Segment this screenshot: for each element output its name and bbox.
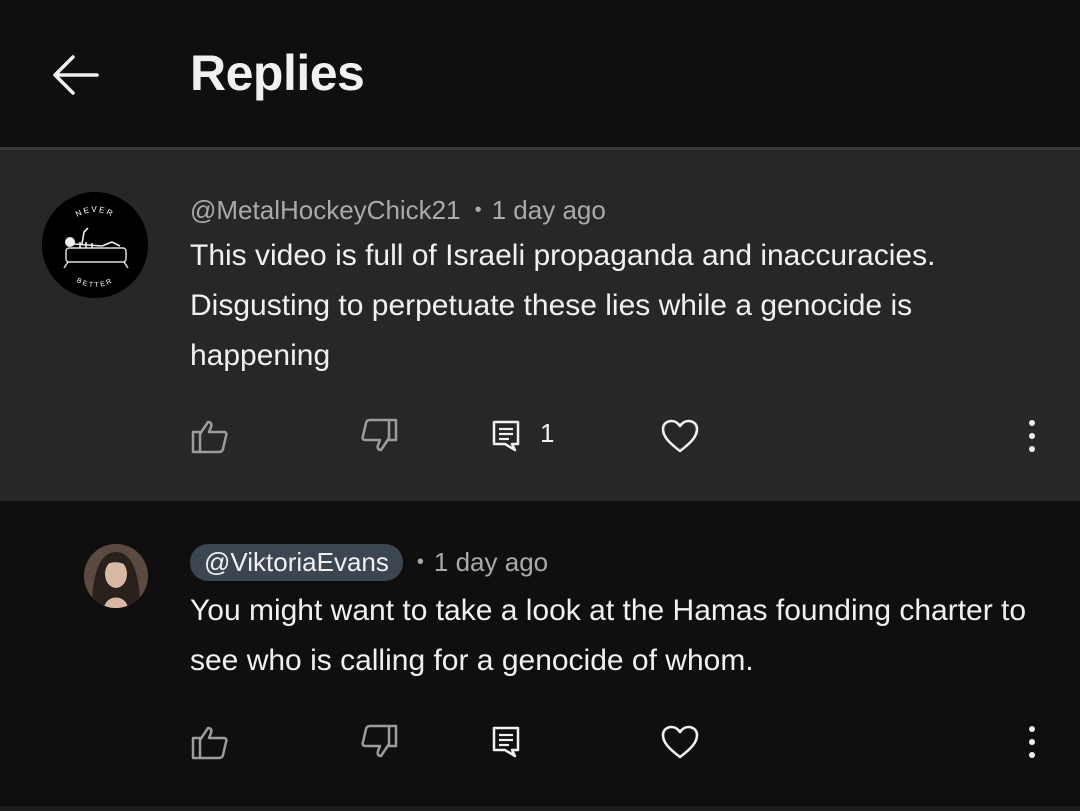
separator-dot: • (474, 198, 482, 221)
heart-button[interactable] (656, 406, 704, 466)
dislike-button[interactable] (355, 406, 403, 466)
dislike-button[interactable] (355, 712, 403, 772)
comment-actions (0, 712, 1080, 772)
heart-icon (661, 725, 699, 759)
avatar[interactable]: NEVER BETTER (42, 192, 148, 298)
heart-icon (661, 419, 699, 453)
comment-meta: @ViktoriaEvans • 1 day ago (190, 543, 549, 581)
avatar[interactable] (84, 544, 148, 608)
like-button[interactable] (186, 406, 234, 466)
thumbs-down-icon (361, 418, 398, 452)
never-better-logo: NEVER BETTER (42, 192, 148, 298)
reply-icon (492, 726, 520, 758)
more-options-button[interactable] (1012, 712, 1052, 772)
profile-photo (84, 544, 148, 608)
thumbs-up-icon (191, 726, 228, 760)
reply-icon (492, 420, 520, 452)
arrow-left-icon (53, 55, 99, 95)
reply-count: 1 (540, 418, 555, 448)
comment-time: 1 day ago (433, 546, 549, 577)
heart-button[interactable] (656, 712, 704, 772)
comment-author[interactable]: @MetalHockeyChick21 (190, 195, 461, 226)
like-button[interactable] (186, 712, 234, 772)
parent-comment: NEVER BETTER @MetalHockeyChick21 • 1 day… (0, 150, 1080, 501)
comment-text: This video is full of Israeli propaganda… (190, 239, 936, 372)
page-title: Replies (190, 45, 365, 101)
comment-author-chip[interactable]: @ViktoriaEvans (190, 543, 403, 581)
reply-button[interactable] (486, 712, 526, 772)
reply-comment: @ViktoriaEvans • 1 day ago You might wan… (0, 501, 1080, 811)
thumbs-down-icon (361, 724, 398, 758)
bottom-divider (0, 806, 1080, 811)
thumbs-up-icon (191, 420, 228, 454)
comment-meta: @MetalHockeyChick21 • 1 day ago (190, 192, 606, 228)
comment-actions: 1 (0, 406, 1080, 466)
header: Replies (0, 0, 1080, 147)
separator-dot: • (416, 550, 424, 573)
reply-button[interactable] (486, 406, 526, 466)
more-options-button[interactable] (1012, 406, 1052, 466)
comment-text: You might want to take a look at the Ham… (190, 594, 1027, 677)
comment-time: 1 day ago (491, 194, 606, 225)
back-button[interactable] (40, 40, 110, 110)
more-vertical-icon (1029, 726, 1035, 758)
more-vertical-icon (1029, 420, 1035, 452)
